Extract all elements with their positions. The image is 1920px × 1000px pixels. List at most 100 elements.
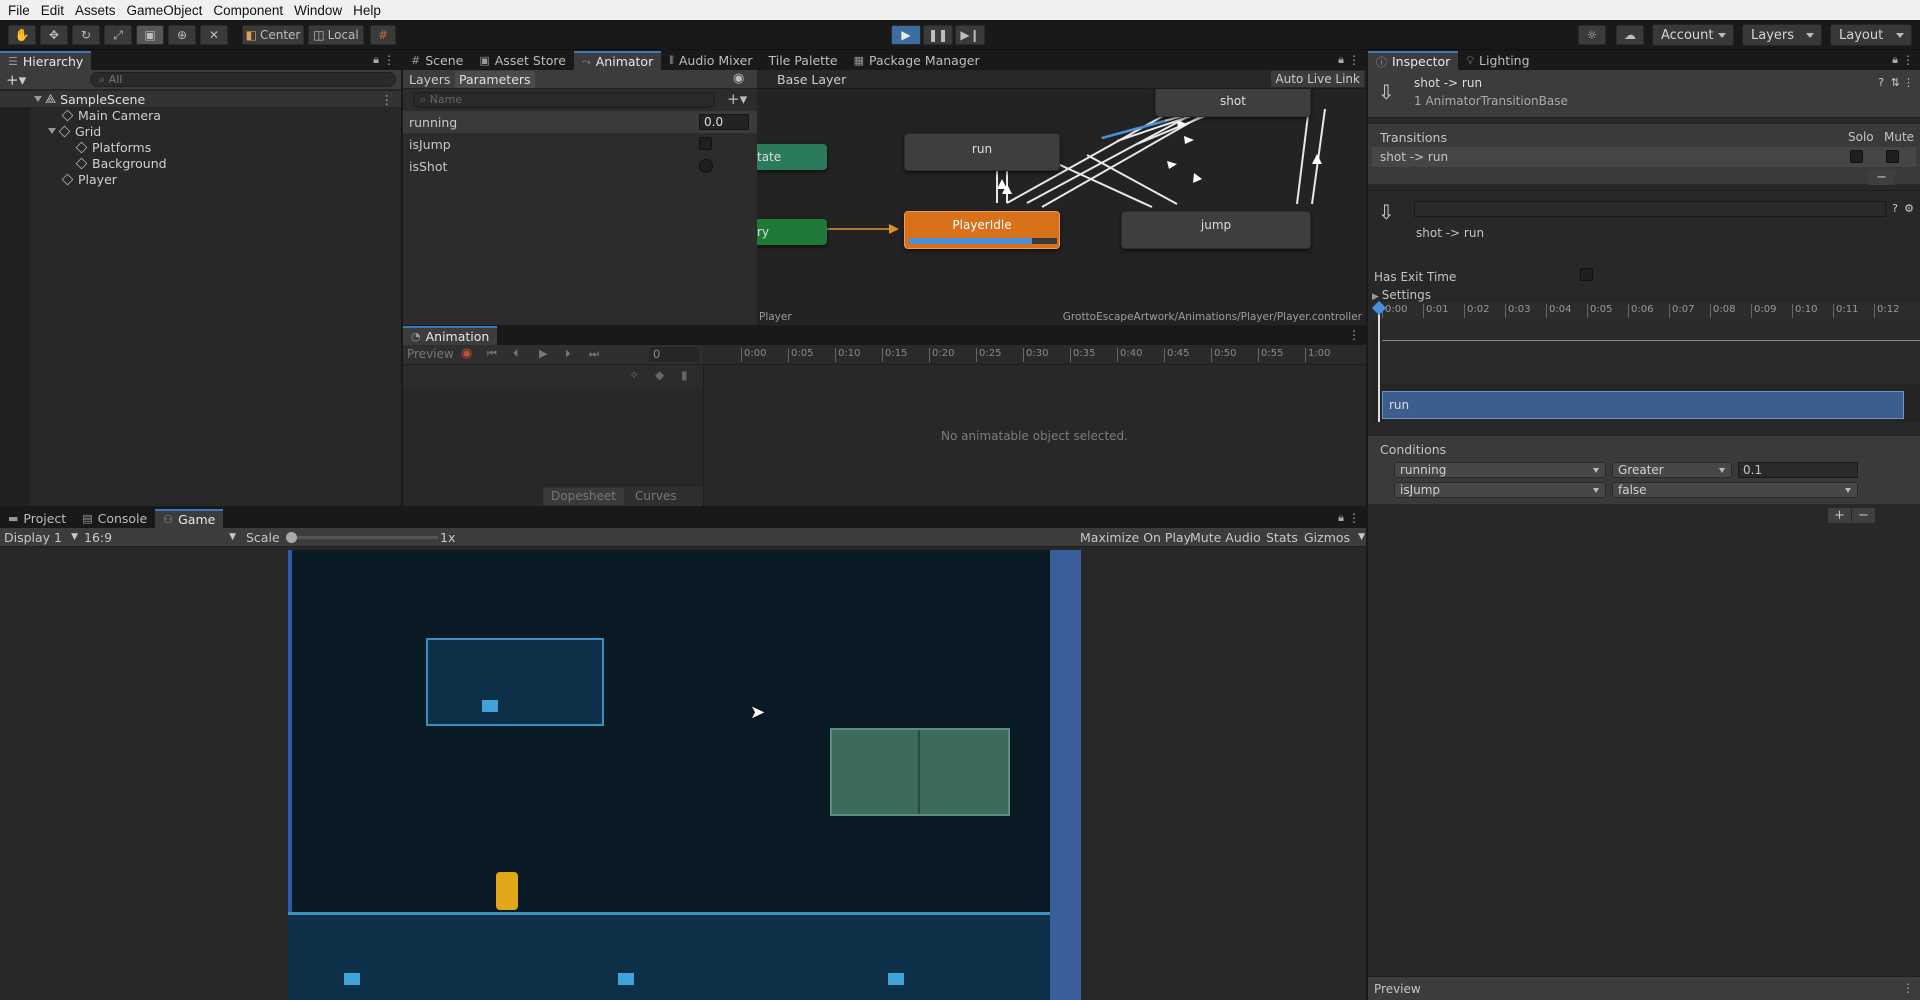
hierarchy-item[interactable]: Main Camera (0, 107, 401, 123)
hand-tool-button[interactable]: ✋ (8, 25, 36, 45)
tab-project[interactable]: ▬ Project (0, 509, 74, 528)
eye-icon[interactable]: ◉ (733, 71, 744, 86)
account-dropdown[interactable]: Account (1652, 24, 1734, 46)
param-bool-checkbox[interactable] (699, 137, 712, 150)
condition-op-dropdown[interactable]: Greater (1612, 462, 1732, 478)
scale-slider-track[interactable] (286, 532, 438, 543)
rotate-tool-button[interactable]: ↻ (72, 25, 100, 45)
state-node-anystate[interactable]: tate (757, 144, 827, 170)
parameters-tab[interactable]: Parameters (455, 71, 535, 88)
run-clip-bar[interactable]: run (1382, 391, 1904, 419)
tab-hierarchy[interactable]: ☰ Hierarchy (0, 51, 92, 70)
first-keyframe-icon[interactable]: ⏮ (487, 347, 497, 361)
pause-button[interactable]: ❚❚ (923, 25, 953, 45)
kebab-menu-icon[interactable]: ⋮ (1348, 53, 1360, 67)
tab-lighting[interactable]: 💡︎ Lighting (1458, 51, 1537, 70)
gizmos-dropdown[interactable]: Gizmos ▼ (1300, 528, 1366, 546)
lock-icon[interactable]: 🔒︎ (1338, 511, 1344, 525)
tab-package-manager[interactable]: ▦ Package Manager (846, 51, 988, 70)
hierarchy-item[interactable]: Player (0, 171, 401, 187)
state-node-entry[interactable]: ry (757, 219, 827, 245)
cloud-button[interactable]: ☁ (1616, 25, 1644, 45)
parameter-search-input[interactable]: ⌕ Name (413, 92, 715, 108)
parameter-row[interactable]: isJump (403, 133, 757, 155)
condition-op-dropdown[interactable]: false (1612, 482, 1858, 498)
auto-live-link-button[interactable]: Auto Live Link (1271, 71, 1364, 87)
collab-button[interactable]: ☼ (1578, 25, 1606, 45)
pivot-local-button[interactable]: ◫ Local (308, 25, 364, 45)
display-dropdown[interactable]: Display 1 ▼ (4, 528, 78, 546)
remove-transition-icon[interactable]: − (1868, 170, 1895, 185)
hierarchy-item[interactable]: Background (0, 155, 401, 171)
filter-icon[interactable]: ✧ (629, 368, 639, 382)
tab-animator[interactable]: ⤳ Animator (573, 51, 662, 70)
kebab-menu-icon[interactable]: ⋮ (1348, 511, 1360, 525)
state-node-run[interactable]: run (904, 133, 1060, 171)
condition-param-dropdown[interactable]: isJump (1394, 482, 1606, 498)
tab-inspector[interactable]: ⓘ Inspector (1368, 51, 1459, 70)
condition-param-dropdown[interactable]: running (1394, 462, 1606, 478)
param-float-field[interactable]: 0.0 (699, 114, 749, 130)
playhead[interactable] (1378, 302, 1380, 422)
add-icon[interactable]: +▾ (6, 71, 26, 89)
animator-graph[interactable]: shot run tate ry PlayerIdle jump Player … (757, 89, 1366, 325)
kebab-menu-icon[interactable]: ⋮ (1902, 53, 1914, 67)
tab-tile-palette[interactable]: Tile Palette (760, 51, 845, 70)
lock-icon[interactable]: 🔒︎ (1338, 53, 1344, 67)
layers-tab[interactable]: Layers (409, 72, 450, 87)
scene-row[interactable]: ⟁ SampleScene ⋮ (0, 91, 401, 107)
scale-tool-button[interactable]: ⤢ (104, 25, 132, 45)
settings-foldout[interactable]: ▶ Settings (1372, 288, 1431, 302)
parameter-row[interactable]: isShot (403, 155, 757, 177)
next-keyframe-icon[interactable]: ⏵ (565, 347, 571, 361)
preview-toggle[interactable]: Preview (407, 347, 454, 361)
move-tool-button[interactable]: ✥ (40, 25, 68, 45)
lock-icon[interactable]: 🔒︎ (1892, 53, 1898, 67)
help-icon[interactable]: ? (1892, 202, 1898, 215)
layout-dropdown[interactable]: Layout (1830, 24, 1912, 46)
state-node-playeridle[interactable]: PlayerIdle (904, 211, 1060, 249)
curves-tab[interactable]: Curves (627, 488, 685, 505)
tab-audio-mixer[interactable]: ⫴ Audio Mixer (661, 51, 760, 70)
menu-gameobject[interactable]: GameObject (127, 3, 203, 18)
parameter-row[interactable]: running 0.0 (403, 111, 757, 133)
mute-checkbox[interactable] (1886, 150, 1899, 163)
dopesheet-tab[interactable]: Dopesheet (543, 488, 624, 505)
gear-icon[interactable]: ⚙ (1904, 202, 1914, 215)
remove-condition-icon[interactable]: − (1852, 508, 1875, 523)
tab-scene[interactable]: # Scene (403, 51, 471, 70)
record-icon[interactable]: ◉ (461, 346, 472, 361)
kebab-menu-icon[interactable]: ⋮ (383, 53, 395, 67)
rect-tool-button[interactable]: ▣ (136, 25, 164, 45)
scale-slider-thumb[interactable] (286, 532, 297, 543)
scene-menu-icon[interactable]: ⋮ (381, 92, 394, 107)
grid-snap-button[interactable]: # (370, 25, 396, 45)
transition-row[interactable]: shot -> run (1372, 147, 1916, 167)
add-condition-icon[interactable]: + (1828, 508, 1851, 523)
maximize-on-play-toggle[interactable]: Maximize On Play (1076, 528, 1195, 546)
hierarchy-item[interactable]: Platforms (0, 139, 401, 155)
game-view[interactable]: ➤ (288, 550, 1081, 1000)
play-anim-icon[interactable]: ▶ (539, 347, 547, 360)
transition-timeline[interactable]: 0:00 0:01 0:02 0:03 0:04 0:05 0:06 0:07 0:08 0:09… (1371, 300, 1920, 422)
add-parameter-icon[interactable]: +▾ (727, 90, 747, 108)
hierarchy-search-input[interactable]: ⌕ All (90, 72, 396, 87)
add-event-icon[interactable]: ▮ (681, 368, 688, 382)
tab-animation[interactable]: ◔ Animation (403, 326, 498, 345)
menu-assets[interactable]: Assets (75, 3, 116, 18)
help-icon[interactable]: ? (1878, 76, 1884, 89)
condition-value-field[interactable]: 0.1 (1738, 462, 1858, 478)
preset-icon[interactable]: ⇅ (1891, 76, 1900, 89)
tab-console[interactable]: ▤ Console (74, 509, 155, 528)
prev-keyframe-icon[interactable]: ⏴ (513, 347, 519, 361)
menu-window[interactable]: Window (294, 3, 342, 18)
stats-toggle[interactable]: Stats (1262, 528, 1302, 546)
mute-audio-toggle[interactable]: Mute Audio (1186, 528, 1265, 546)
has-exit-time-checkbox[interactable] (1580, 268, 1593, 281)
add-keyframe-icon[interactable]: ◆ (655, 368, 664, 382)
kebab-menu-icon[interactable]: ⋮ (1348, 328, 1360, 342)
custom-tool-button[interactable]: ✕ (200, 25, 228, 45)
menu-help[interactable]: Help (353, 3, 381, 18)
last-keyframe-icon[interactable]: ⏭ (589, 347, 599, 361)
aspect-dropdown[interactable]: 16:9 ▼ (84, 528, 236, 546)
